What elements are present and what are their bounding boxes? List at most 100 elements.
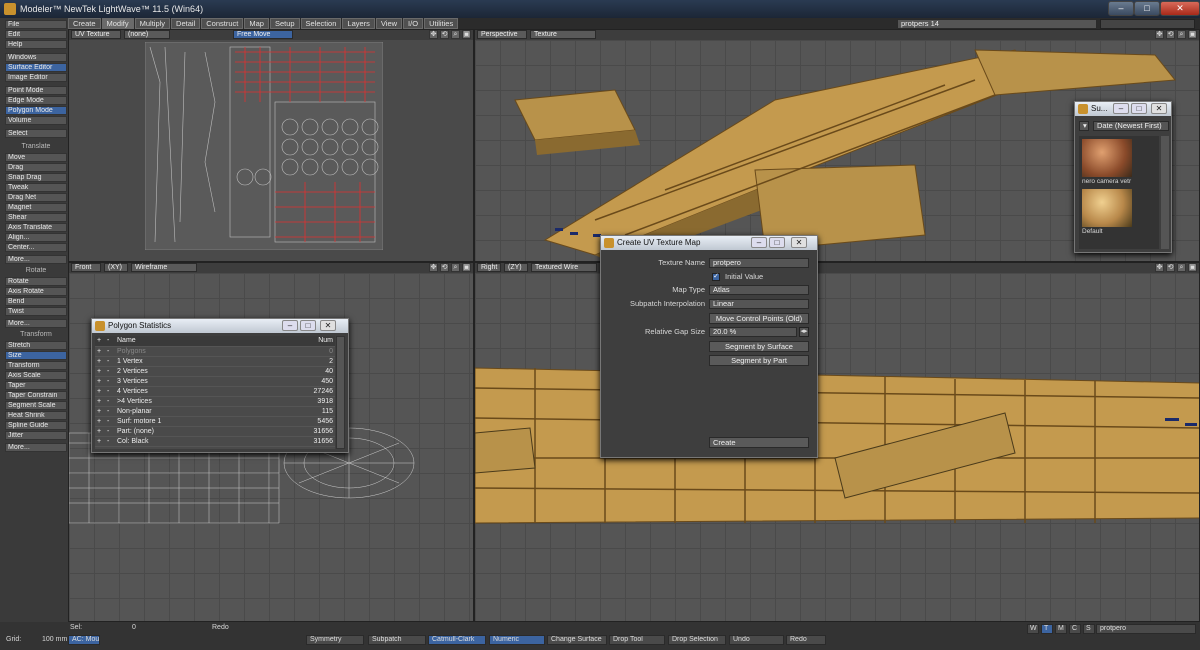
view-w-button[interactable]: W — [1027, 624, 1039, 634]
tool-twist-button[interactable]: Twist — [5, 307, 67, 316]
rotate-icon[interactable]: ⟲ — [440, 263, 449, 272]
layer-select[interactable]: protpero — [1096, 624, 1196, 634]
panel-close-button[interactable]: ✕ — [791, 237, 807, 248]
panel-minimize-button[interactable]: – — [1113, 103, 1129, 114]
view-m-button[interactable]: M — [1055, 624, 1067, 634]
menu-tab-i-o[interactable]: I/O — [403, 18, 424, 29]
tool-move-button[interactable]: Move — [5, 153, 67, 162]
tool-drag-button[interactable]: Drag — [5, 163, 67, 172]
subpatch-button[interactable]: Subpatch — [368, 635, 426, 645]
layer-slots[interactable] — [1100, 19, 1195, 29]
tool-transform-button[interactable]: Transform — [5, 361, 67, 370]
tool-windows-button[interactable]: Windows — [5, 53, 67, 62]
table-row[interactable]: + -1 Vertex 2 — [95, 356, 335, 367]
polygon-statistics-titlebar[interactable]: Polygon Statistics – □ ✕ — [92, 319, 348, 333]
right-axes-select[interactable]: (ZY) — [504, 263, 528, 272]
tool-bend-button[interactable]: Bend — [5, 297, 67, 306]
menu-tab-map[interactable]: Map — [244, 18, 269, 29]
ac-mouse-button[interactable]: AC: Mouse — [68, 635, 100, 645]
menu-tab-setup[interactable]: Setup — [269, 18, 300, 29]
panel-maximize-button[interactable]: □ — [1131, 103, 1147, 114]
table-row[interactable]: + - >4 Vertices 3918 — [95, 396, 335, 407]
viewport-right[interactable]: Right (ZY) Textured Wire ✥ ⟲ ⌕ ▣ — [474, 262, 1200, 622]
gap-slider-icon[interactable]: ◂▸ — [799, 327, 809, 337]
maximize-button[interactable]: □ — [1134, 1, 1160, 16]
uv-mode-select[interactable]: UV Texture — [71, 30, 121, 39]
tool-shear-button[interactable]: Shear — [5, 213, 67, 222]
catmull-clark-button[interactable]: Catmull-Clark — [428, 635, 486, 645]
move-icon[interactable]: ✥ — [1155, 263, 1164, 272]
segment-by-surface-button[interactable]: Segment by Surface — [709, 341, 809, 352]
tool-select-button[interactable]: Select — [5, 129, 67, 138]
surface-preset-panel[interactable]: Su... – □ ✕ ▾ Date (Newest First) nero c… — [1074, 101, 1172, 253]
perspective-render-select[interactable]: Texture — [530, 30, 596, 39]
tool-spline-guide-button[interactable]: Spline Guide — [5, 421, 67, 430]
preset-scrollbar[interactable] — [1161, 136, 1169, 249]
tool-more-button[interactable]: More... — [5, 319, 67, 328]
preset-swatch-1[interactable] — [1082, 139, 1132, 177]
surface-preset-titlebar[interactable]: Su... – □ ✕ — [1075, 102, 1171, 116]
panel-maximize-button[interactable]: □ — [769, 237, 785, 248]
tool-point-mode-button[interactable]: Point Mode — [5, 86, 67, 95]
viewport-uv[interactable]: UV Texture (none) Free Move ✥ ⟲ ⌕ ▣ — [68, 29, 474, 262]
polygon-statistics-panel[interactable]: Polygon Statistics – □ ✕ + - Name Num + -… — [91, 318, 349, 453]
menu-tab-multiply[interactable]: Multiply — [134, 18, 171, 29]
preset-menu-button[interactable]: ▾ — [1079, 121, 1089, 131]
panel-close-button[interactable]: ✕ — [1151, 103, 1167, 114]
zoom-icon[interactable]: ⌕ — [1177, 30, 1186, 39]
change-surface-button[interactable]: Change Surface — [547, 635, 607, 645]
zoom-icon[interactable]: ⌕ — [451, 30, 460, 39]
redo-button[interactable]: Redo — [786, 635, 826, 645]
texture-name-field[interactable]: protpero — [709, 258, 809, 268]
close-button[interactable]: ✕ — [1160, 1, 1200, 16]
move-icon[interactable]: ✥ — [429, 30, 438, 39]
tool-center-button[interactable]: Center... — [5, 243, 67, 252]
menu-tab-modify[interactable]: Modify — [101, 18, 134, 29]
tool-image-editor-button[interactable]: Image Editor — [5, 73, 67, 82]
tool-tweak-button[interactable]: Tweak — [5, 183, 67, 192]
tool-taper-constrain-button[interactable]: Taper Constrain — [5, 391, 67, 400]
menu-tab-utilities[interactable]: Utilities — [424, 18, 459, 29]
stats-scrollbar[interactable] — [336, 336, 345, 449]
gap-size-field[interactable]: 20.0 % — [709, 327, 797, 337]
panel-close-button[interactable]: ✕ — [320, 320, 336, 331]
table-row[interactable]: + - Non-planar 115 — [95, 406, 335, 417]
symmetry-button[interactable]: Symmetry — [306, 635, 364, 645]
map-type-select[interactable]: Atlas — [709, 285, 809, 295]
tool-file-button[interactable]: File — [5, 20, 67, 29]
maximize-view-icon[interactable]: ▣ — [462, 30, 471, 39]
table-row[interactable]: + - Col: Black 31656 — [95, 436, 335, 447]
segment-by-part-button[interactable]: Segment by Part — [709, 355, 809, 366]
tool-axis-scale-button[interactable]: Axis Scale — [5, 371, 67, 380]
table-row[interactable]: + -2 Vertices 40 — [95, 366, 335, 377]
layer-field[interactable]: protpers 14 — [897, 19, 1097, 29]
free-move-toggle[interactable]: Free Move — [233, 30, 293, 39]
tool-polygon-mode-button[interactable]: Polygon Mode — [5, 106, 67, 115]
create-uv-titlebar[interactable]: Create UV Texture Map – □ ✕ — [601, 236, 817, 250]
front-render-select[interactable]: Wireframe — [131, 263, 197, 272]
rotate-icon[interactable]: ⟲ — [1166, 263, 1175, 272]
maximize-view-icon[interactable]: ▣ — [1188, 30, 1197, 39]
panel-minimize-button[interactable]: – — [751, 237, 767, 248]
tool-heat-shrink-button[interactable]: Heat Shrink — [5, 411, 67, 420]
menu-tab-selection[interactable]: Selection — [300, 18, 342, 29]
tool-snap-drag-button[interactable]: Snap Drag — [5, 173, 67, 182]
move-control-points-button[interactable]: Move Control Points (Old) — [709, 313, 809, 324]
table-row[interactable]: + - Polygons 0 — [95, 346, 335, 357]
tool-volume-button[interactable]: Volume — [5, 116, 67, 125]
menu-tab-detail[interactable]: Detail — [171, 18, 201, 29]
tool-edge-mode-button[interactable]: Edge Mode — [5, 96, 67, 105]
undo-button[interactable]: Undo — [729, 635, 784, 645]
zoom-icon[interactable]: ⌕ — [451, 263, 460, 272]
create-button[interactable]: Create — [709, 437, 809, 448]
front-view-select[interactable]: Front — [71, 263, 101, 272]
rotate-icon[interactable]: ⟲ — [1166, 30, 1175, 39]
view-s-button[interactable]: S — [1083, 624, 1095, 634]
tool-more-button[interactable]: More... — [5, 255, 67, 264]
view-t-button[interactable]: T — [1041, 624, 1053, 634]
tool-axis-translate-button[interactable]: Axis Translate — [5, 223, 67, 232]
right-render-select[interactable]: Textured Wire — [531, 263, 597, 272]
create-uv-panel[interactable]: Create UV Texture Map – □ ✕ Texture Name… — [600, 235, 818, 458]
maximize-view-icon[interactable]: ▣ — [1188, 263, 1197, 272]
tool-drag-net-button[interactable]: Drag Net — [5, 193, 67, 202]
